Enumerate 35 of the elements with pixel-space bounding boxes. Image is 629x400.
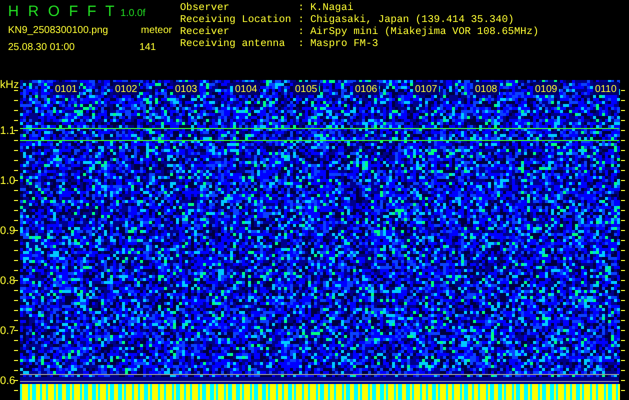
info-value: Chigasaki, Japan (139.414 35.340) bbox=[310, 14, 514, 26]
separator: : bbox=[298, 14, 304, 26]
axis-label: 0.9 bbox=[0, 225, 16, 237]
time-label: 0108 bbox=[475, 84, 498, 95]
axis-label: 1.0 bbox=[0, 175, 16, 187]
time-label: 0104 bbox=[235, 84, 258, 95]
axis-unit: kHz bbox=[0, 79, 19, 91]
time-label: 0107 bbox=[415, 84, 438, 95]
count-label: meteor bbox=[140, 24, 172, 37]
time-label: 0110 bbox=[595, 84, 617, 95]
separator: : bbox=[298, 26, 304, 38]
info-value: Maspro FM-3 bbox=[310, 38, 378, 50]
meteor-count: 141 bbox=[139, 41, 156, 54]
axis-label: 0.6 bbox=[0, 375, 16, 387]
axis-label: 0.8 bbox=[0, 275, 16, 287]
info-label: Receiving Location bbox=[180, 14, 292, 26]
info-label: Receiving antenna bbox=[180, 38, 286, 50]
time-label: 0105 bbox=[295, 84, 318, 95]
time-label: 0103 bbox=[175, 84, 198, 95]
time-label: 0101 bbox=[55, 84, 78, 95]
app-title: H R O F F T bbox=[8, 2, 114, 22]
file-name: KN9_2508300100.png bbox=[8, 24, 108, 37]
time-label: 0102 bbox=[115, 84, 138, 95]
axis-label: 1.1 bbox=[0, 125, 16, 137]
date-time: 25.08.30 01:00 bbox=[8, 41, 75, 54]
info-label: Receiver bbox=[180, 26, 230, 38]
info-value: AirSpy mini (Miakejima VOR 108.65MHz) bbox=[310, 26, 539, 38]
separator: : bbox=[298, 2, 304, 14]
version-label: 1.0.0f bbox=[120, 7, 146, 21]
info-label: Observer bbox=[180, 2, 230, 14]
info-value: K.Nagai bbox=[310, 2, 354, 14]
time-label: 0109 bbox=[535, 84, 558, 95]
axis-label: 0.7 bbox=[0, 325, 16, 337]
time-label: 0106 bbox=[355, 84, 378, 95]
separator: : bbox=[298, 38, 304, 50]
